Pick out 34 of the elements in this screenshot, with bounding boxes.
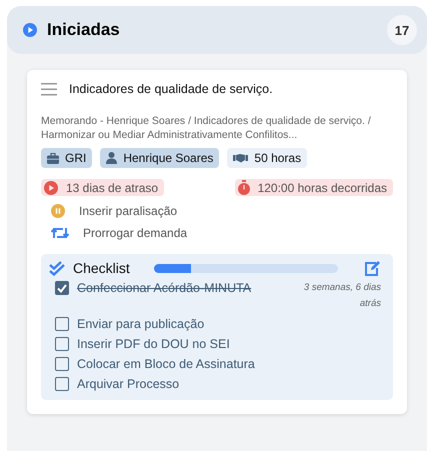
checkbox[interactable] — [55, 337, 69, 351]
double-check-icon — [49, 260, 65, 276]
briefcase-icon — [47, 152, 59, 164]
tag-label: GRI — [65, 151, 86, 165]
column-title: Iniciadas — [47, 20, 121, 40]
checklist-item: Colocar em Bloco de Assinatura — [77, 356, 255, 372]
count-badge: 17 — [387, 15, 417, 45]
checklist-item: Confeccionar Acórdão-MINUTA — [77, 280, 252, 296]
task-card[interactable] — [27, 70, 407, 414]
checklist-title: Checklist — [73, 260, 130, 276]
alert-label: 120:00 horas decorridas — [258, 180, 387, 194]
alert-label: 13 dias de atraso — [66, 180, 158, 194]
checkbox[interactable] — [55, 357, 69, 371]
tag-label: Henrique Soares — [123, 151, 214, 165]
repeat-icon — [51, 226, 69, 240]
checkbox[interactable] — [55, 317, 69, 331]
checklist-item: Inserir PDF do DOU no SEI — [77, 336, 230, 352]
edit-icon[interactable] — [364, 260, 381, 276]
card-path: Memorando - Henrique Soares / Indicadores de qualidade de serviço. / Harmonizar ou Mediar Administrativamente Confilitos... — [41, 114, 372, 142]
play-icon — [44, 180, 58, 194]
checkbox[interactable] — [55, 377, 69, 391]
card-title: Indicadores de qualidade de serviço. — [69, 82, 273, 96]
checklist-item: Arquivar Processo — [77, 376, 180, 392]
action-link[interactable]: Inserir paralisação — [79, 204, 178, 218]
menu-icon[interactable] — [41, 82, 57, 96]
tag-label: 50 horas — [254, 151, 302, 165]
stopwatch-icon — [238, 180, 250, 195]
action-link[interactable]: Prorrogar demanda — [83, 226, 188, 240]
checkbox[interactable] — [55, 281, 69, 295]
checklist-item: Enviar para publicação — [77, 316, 204, 332]
pause-icon — [51, 204, 65, 218]
play-icon — [23, 23, 37, 37]
timestamp: 3 semanas, 6 dias atrás — [302, 281, 381, 311]
person-icon — [106, 152, 118, 164]
